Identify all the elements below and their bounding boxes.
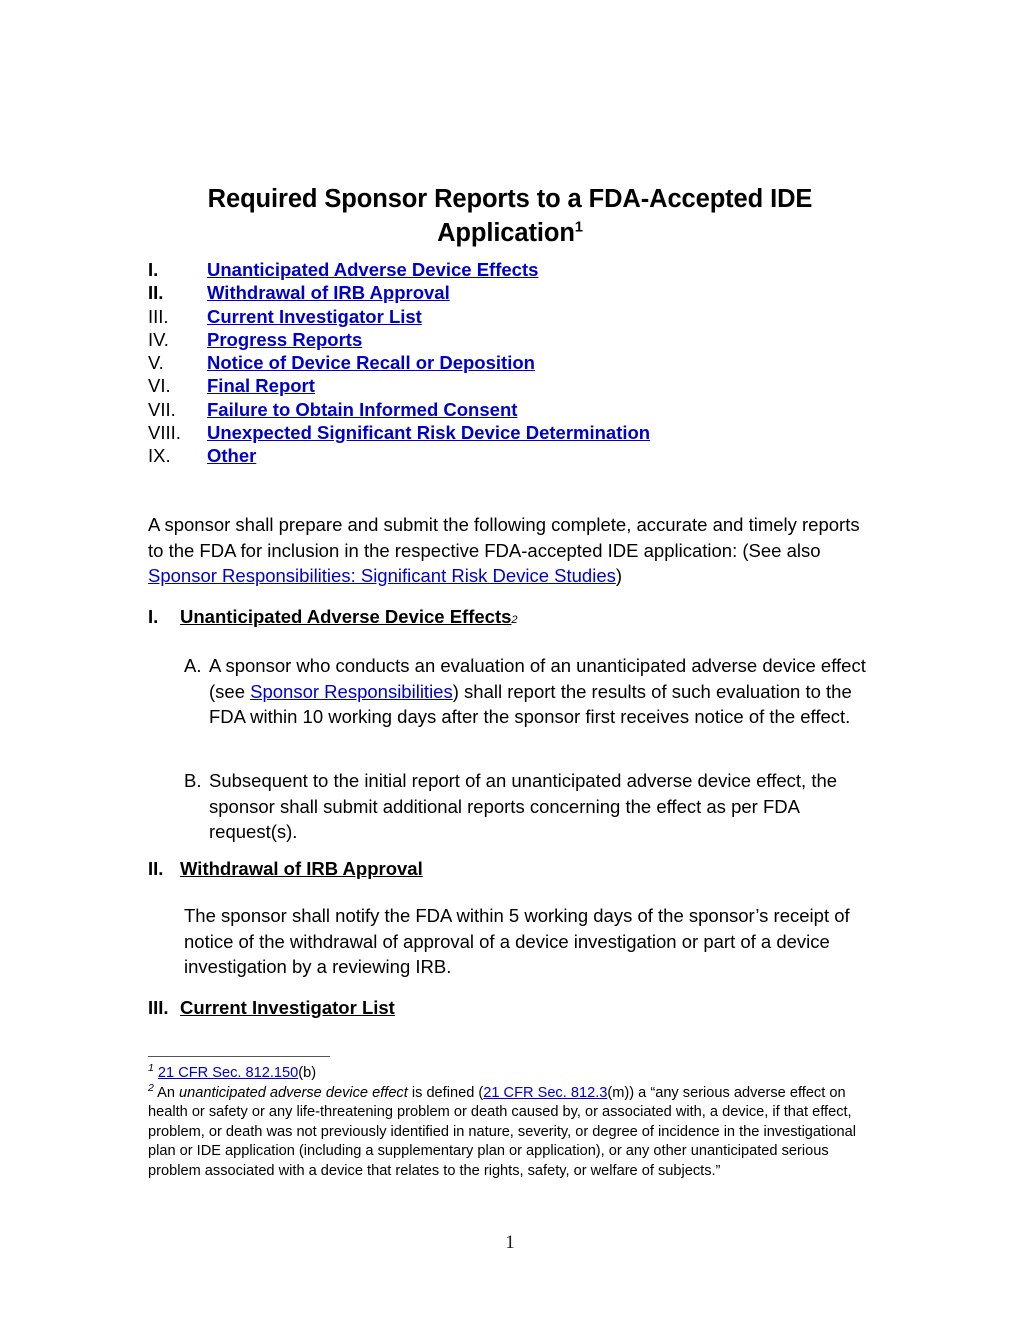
toc-link-failure-to-obtain-informed-consent[interactable]: Failure to Obtain Informed Consent: [207, 399, 517, 421]
footnote-1-text-after: (b): [298, 1065, 317, 1081]
page-title-line-1: Required Sponsor Reports to a FDA-Accept…: [207, 185, 813, 214]
toc-numeral: V.: [148, 352, 164, 374]
footnote-2-marker: 2: [148, 1081, 154, 1094]
toc-item-6[interactable]: VI. Final Report: [148, 375, 908, 398]
toc-item-8[interactable]: VIII. Unexpected Significant Risk Device…: [148, 422, 908, 445]
toc-numeral: IV.: [148, 328, 169, 350]
toc-item-9[interactable]: IX. Other: [148, 445, 908, 468]
document-page: Required Sponsor Reports to a FDA-Accept…: [0, 0, 1020, 1320]
intro-paragraph: A sponsor shall prepare and submit the f…: [148, 512, 878, 589]
toc-link-final-report[interactable]: Final Report: [207, 375, 315, 397]
footnote-2-text-before: An: [157, 1084, 179, 1101]
footnotes: 1 21 CFR Sec. 812.150(b) 2 An unanticipa…: [148, 1062, 874, 1182]
section-heading-1: I. Unanticipated Adverse Device Effects 2: [148, 606, 518, 627]
toc-link-unexpected-significant-risk-device-determination[interactable]: Unexpected Significant Risk Device Deter…: [207, 422, 650, 444]
toc-numeral: VII.: [148, 398, 176, 420]
link-sponsor-responsibilities[interactable]: Sponsor Responsibilities: [250, 681, 453, 702]
toc-numeral: II.: [148, 282, 164, 304]
intro-text-before: A sponsor shall prepare and submit the f…: [148, 514, 860, 561]
toc-item-2[interactable]: II. Withdrawal of IRB Approval: [148, 282, 908, 305]
list-marker-b: B.: [184, 770, 202, 791]
section-2-paragraph: The sponsor shall notify the FDA within …: [184, 905, 850, 978]
intro-text-after: ): [615, 565, 623, 587]
section-numeral: II.: [148, 858, 164, 879]
list-item-a-text: A sponsor who conducts an evaluation of …: [209, 653, 884, 730]
toc-item-5[interactable]: V. Notice of Device Recall or Deposition: [148, 352, 908, 375]
toc-numeral: VI.: [148, 375, 171, 397]
page-title-line-2: Application: [437, 219, 575, 248]
toc-item-7[interactable]: VII. Failure to Obtain Informed Consent: [148, 399, 908, 422]
toc-item-3[interactable]: III. Current Investigator List: [148, 306, 908, 329]
list-item-a: A. A sponsor who conducts an evaluation …: [184, 653, 884, 730]
section-numeral: I.: [148, 606, 159, 627]
intro-text: A sponsor shall prepare and submit the f…: [148, 512, 878, 589]
table-of-contents: I. Unanticipated Adverse Device Effects …: [148, 259, 908, 469]
section-heading-3: III. Current Investigator List: [148, 997, 395, 1019]
footnote-2-italic-term: unanticipated adverse device effect: [179, 1084, 408, 1101]
toc-link-current-investigator-list[interactable]: Current Investigator List: [207, 306, 422, 328]
section-numeral: III.: [148, 997, 169, 1018]
toc-link-withdrawal-of-irb-approval[interactable]: Withdrawal of IRB Approval: [207, 282, 450, 304]
toc-numeral: IX.: [148, 445, 171, 467]
toc-link-unanticipated-adverse-device-effects[interactable]: Unanticipated Adverse Device Effects: [207, 259, 538, 281]
toc-numeral: VIII.: [148, 422, 181, 444]
title-footnote-marker: 1: [574, 219, 583, 236]
link-21-cfr-sec-812-150[interactable]: 21 CFR Sec. 812.150: [158, 1065, 298, 1081]
toc-link-notice-of-device-recall-or-deposition[interactable]: Notice of Device Recall or Deposition: [207, 352, 535, 374]
footnote-2-text-mid: is defined (: [407, 1084, 484, 1101]
list-marker-a: A.: [184, 655, 202, 676]
page-number: 1: [505, 1232, 515, 1253]
link-sponsor-responsibilities-significant-risk-device-studies[interactable]: Sponsor Responsibilities: Significant Ri…: [148, 565, 616, 586]
toc-link-other[interactable]: Other: [207, 445, 256, 467]
toc-item-1[interactable]: I. Unanticipated Adverse Device Effects: [148, 259, 908, 282]
footnote-2: 2 An unanticipated adverse device effect…: [148, 1081, 874, 1182]
list-item-b-text: Subsequent to the initial report of an u…: [209, 770, 838, 843]
section-heading-2: II. Withdrawal of IRB Approval: [148, 858, 423, 880]
link-21-cfr-sec-812-3[interactable]: 21 CFR Sec. 812.3: [483, 1085, 607, 1101]
page-title: Required Sponsor Reports to a FDA-Accept…: [148, 182, 872, 250]
footnote-separator: [148, 1056, 330, 1057]
toc-item-4[interactable]: IV. Progress Reports: [148, 329, 908, 352]
toc-numeral: III.: [148, 305, 169, 327]
footnote-1: 1 21 CFR Sec. 812.150(b): [148, 1062, 874, 1084]
footnote-1-marker: 1: [148, 1062, 154, 1075]
section-title-withdrawal-of-irb-approval: Withdrawal of IRB Approval: [180, 858, 423, 879]
list-item-b: B. Subsequent to the initial report of a…: [184, 768, 884, 845]
section-title-current-investigator-list: Current Investigator List: [180, 997, 395, 1018]
section-title-unanticipated-adverse-device-effects: Unanticipated Adverse Device Effects: [180, 606, 512, 627]
toc-numeral: I.: [148, 259, 159, 280]
toc-link-progress-reports[interactable]: Progress Reports: [207, 329, 362, 351]
